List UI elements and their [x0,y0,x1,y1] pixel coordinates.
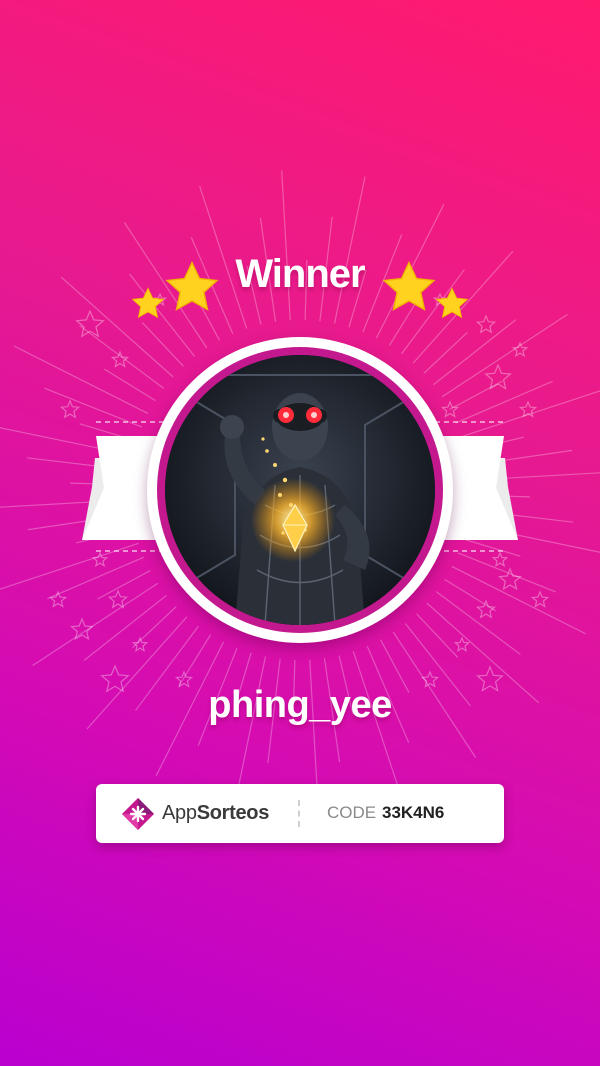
winner-username: phing_yee [208,684,392,726]
winner-avatar-frame [147,337,453,643]
brand-name-bold: Sorteos [196,802,270,824]
brand-name: AppSorteos [162,802,269,825]
winner-avatar [165,355,435,625]
code-label: CODE [327,803,377,822]
robot-avatar-image [165,355,435,625]
footer-divider [298,800,300,827]
brand-name-light: App [162,802,197,824]
code-value: 33K4N6 [382,803,445,822]
winner-title: Winner [235,252,365,296]
footer-card: AppSorteos CODE 33K4N6 [96,784,504,843]
appsorteos-logo-icon [122,798,154,830]
